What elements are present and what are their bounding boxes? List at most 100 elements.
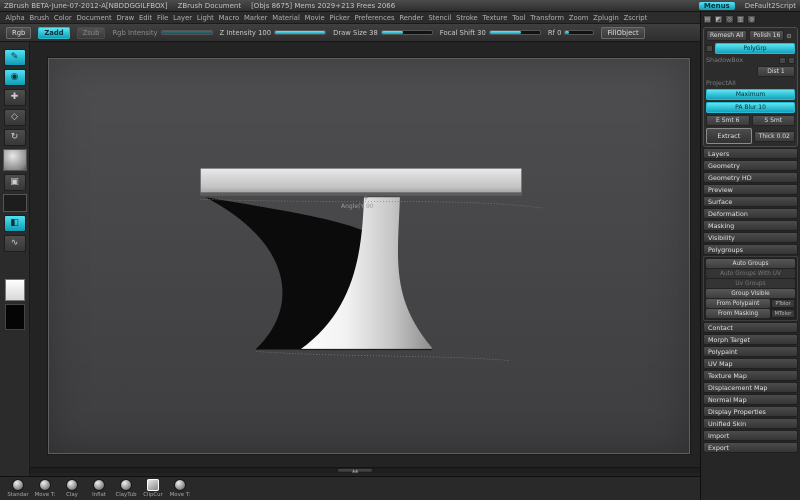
shadowbox-label[interactable]: ShadowBox	[706, 56, 743, 64]
auto-groups-with-uv-button[interactable]: Auto Groups With UV	[706, 269, 795, 278]
canvas-horizontal-scrollbar[interactable]: ▲▲	[30, 467, 700, 473]
rf-slider[interactable]	[564, 30, 595, 35]
section-unified-skin[interactable]: Unified Skin	[703, 418, 798, 429]
mtolerance-slider[interactable]: MTolor	[771, 309, 795, 318]
menu-item-stencil[interactable]: Stencil	[426, 14, 454, 22]
section-texture-map[interactable]: Texture Map	[703, 370, 798, 381]
menu-item-brush[interactable]: Brush	[27, 14, 51, 22]
e-smt-slider[interactable]: E Smt 6	[706, 115, 750, 126]
panel-icon-1[interactable]: ▤	[703, 15, 712, 24]
section-geometry[interactable]: Geometry	[703, 160, 798, 171]
z-intensity-slider[interactable]	[274, 30, 327, 35]
remesh-all-button[interactable]: Remesh All	[706, 30, 748, 41]
menu-item-draw[interactable]: Draw	[114, 14, 137, 22]
section-deformation[interactable]: Deformation	[703, 208, 798, 219]
menu-item-movie[interactable]: Movie	[302, 14, 327, 22]
section-surface[interactable]: Surface	[703, 196, 798, 207]
fill-object-button[interactable]: FillObject	[601, 26, 645, 39]
menu-item-zplugin[interactable]: Zplugin	[591, 14, 621, 22]
zadd-button[interactable]: Zadd	[38, 26, 70, 39]
section-polypaint[interactable]: Polypaint	[703, 346, 798, 357]
focal-shift-slider[interactable]	[488, 30, 541, 35]
from-masking-button[interactable]: From Masking	[706, 309, 770, 318]
edit-mode-button[interactable]: ✎	[3, 49, 26, 66]
auto-groups-button[interactable]: Auto Groups	[706, 259, 795, 268]
menu-item-macro[interactable]: Macro	[216, 14, 241, 22]
color-sample-button[interactable]: ◧	[3, 215, 26, 232]
uv-groups-button[interactable]: Uv Groups	[706, 279, 795, 288]
section-export[interactable]: Export	[703, 442, 798, 453]
draw-mode-button[interactable]: ◉	[3, 69, 26, 86]
menu-item-transform[interactable]: Transform	[528, 14, 567, 22]
menus-toggle-button[interactable]: Menus	[698, 1, 735, 10]
polygrp-button[interactable]: PolyGrp	[715, 43, 795, 54]
menu-item-color[interactable]: Color	[52, 14, 75, 22]
menu-item-marker[interactable]: Marker	[242, 14, 270, 22]
brush-thumbnail[interactable]: ClayTub	[114, 479, 138, 498]
brush-thumbnail[interactable]: Standar	[6, 479, 30, 498]
menu-item-tool[interactable]: Tool	[510, 14, 528, 22]
brush-thumbnail-selected[interactable]: ClipCur	[141, 479, 165, 498]
zbrush-document[interactable]: + Angle(Y 90	[48, 58, 690, 454]
menu-item-material[interactable]: Material	[270, 14, 302, 22]
section-uv-map[interactable]: UV Map	[703, 358, 798, 369]
section-displacement-map[interactable]: Displacement Map	[703, 382, 798, 393]
panel-icon-4[interactable]: ▥	[736, 15, 745, 24]
menu-item-alpha[interactable]: Alpha	[3, 14, 27, 22]
material-thumbnail[interactable]	[2, 149, 27, 171]
section-preview[interactable]: Preview	[703, 184, 798, 195]
main-color-swatch[interactable]	[4, 279, 25, 301]
shadowbox-res-toggle[interactable]	[779, 56, 786, 64]
brush-thumbnail[interactable]: Move T:	[33, 479, 57, 498]
menu-item-picker[interactable]: Picker	[327, 14, 352, 22]
deformation-button[interactable]: ▣	[3, 174, 26, 191]
menu-item-file[interactable]: File	[155, 14, 171, 22]
menu-item-texture[interactable]: Texture	[480, 14, 510, 22]
menu-item-stroke[interactable]: Stroke	[454, 14, 480, 22]
section-geometry-hd[interactable]: Geometry HD	[703, 172, 798, 183]
projectall-label[interactable]: ProjectAll	[706, 79, 736, 87]
s-smt-slider[interactable]: S Smt	[751, 115, 795, 126]
zsub-button[interactable]: Zsub	[76, 26, 106, 39]
scrollbar-handle[interactable]: ▲▲	[338, 469, 373, 473]
menu-item-document[interactable]: Document	[74, 14, 114, 22]
group-visible-button[interactable]: Group Visible	[706, 289, 795, 298]
menu-item-zoom[interactable]: Zoom	[566, 14, 590, 22]
section-polygroups[interactable]: Polygroups	[703, 244, 798, 255]
section-normal-map[interactable]: Normal Map	[703, 394, 798, 405]
maximum-button[interactable]: Maximum	[706, 89, 795, 100]
menu-item-light[interactable]: Light	[194, 14, 216, 22]
panel-icon-3[interactable]: ◎	[725, 15, 734, 24]
rotate-mode-button[interactable]: ↻	[3, 129, 26, 146]
menu-item-render[interactable]: Render	[397, 14, 426, 22]
thick-slider[interactable]: Thick 0.02	[753, 130, 795, 142]
brush-thumbnail[interactable]: Inflat	[87, 479, 111, 498]
panel-icon-5[interactable]: ◍	[747, 15, 756, 24]
draw-size-slider[interactable]	[380, 30, 433, 35]
scale-mode-button[interactable]: ◇	[3, 109, 26, 126]
section-visibility[interactable]: Visibility	[703, 232, 798, 243]
shadowbox-fade-toggle[interactable]	[788, 56, 795, 64]
script-label[interactable]: DeFault2Script	[745, 2, 796, 10]
polygrp-mini-toggle[interactable]	[706, 45, 713, 52]
brush-thumbnail[interactable]: Move T:	[168, 479, 192, 498]
menu-item-zscript[interactable]: Zscript	[621, 14, 649, 22]
section-contact[interactable]: Contact	[703, 322, 798, 333]
stroke-button[interactable]: ∿	[3, 235, 26, 252]
panel-icon-2[interactable]: ◩	[714, 15, 723, 24]
menu-item-layer[interactable]: Layer	[171, 14, 195, 22]
move-mode-button[interactable]: ✚	[3, 89, 26, 106]
section-display-properties[interactable]: Display Properties	[703, 406, 798, 417]
rgb-intensity-slider[interactable]	[160, 30, 213, 35]
extract-button[interactable]: Extract	[706, 128, 752, 144]
texture-thumbnail[interactable]	[2, 194, 27, 212]
polish-slider[interactable]: Polish 16	[749, 30, 785, 41]
canvas-area[interactable]: + Angle(Y 90 ▲▲	[30, 42, 700, 476]
section-morph-target[interactable]: Morph Target	[703, 334, 798, 345]
rgb-button[interactable]: Rgb	[6, 26, 32, 39]
menu-item-preferences[interactable]: Preferences	[352, 14, 397, 22]
section-layers[interactable]: Layers	[703, 148, 798, 159]
pa-blur-slider[interactable]: PA Blur 10	[706, 102, 795, 113]
section-masking[interactable]: Masking	[703, 220, 798, 231]
section-import[interactable]: Import	[703, 430, 798, 441]
